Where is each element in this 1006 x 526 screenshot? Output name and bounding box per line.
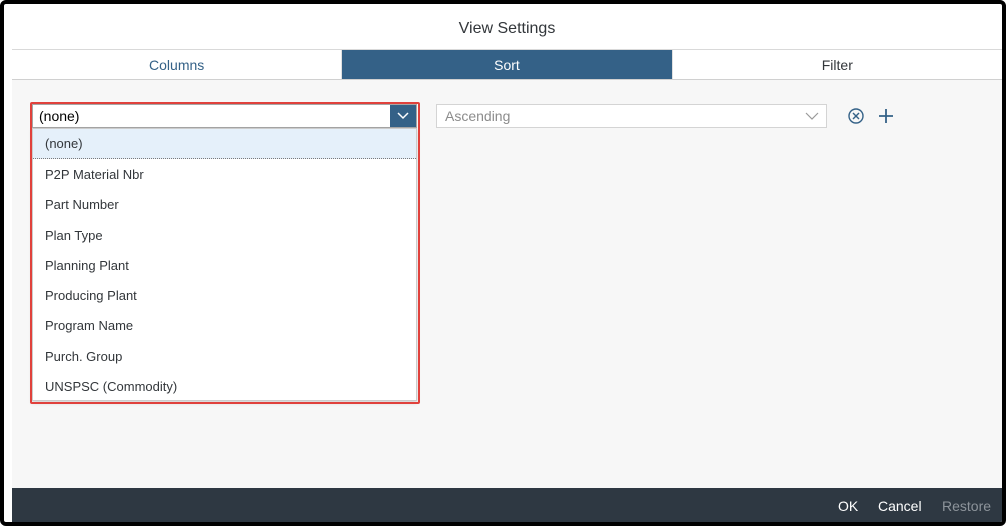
dropdown-option-p2p-material-nbr[interactable]: P2P Material Nbr	[33, 159, 416, 189]
dialog-title: View Settings	[12, 8, 1002, 50]
ok-button[interactable]: OK	[838, 498, 858, 514]
sort-order-select[interactable]: Ascending	[436, 104, 827, 128]
sort-field-value: (none)	[39, 108, 80, 124]
remove-sort-button[interactable]	[844, 104, 868, 128]
sort-field-select[interactable]: (none)	[32, 104, 417, 128]
tab-filter[interactable]: Filter	[672, 50, 1002, 79]
sort-order-placeholder: Ascending	[445, 108, 511, 124]
dropdown-option-none[interactable]: (none)	[33, 129, 416, 160]
dropdown-option-program-name[interactable]: Program Name	[33, 311, 416, 341]
dropdown-option-plan-type[interactable]: Plan Type	[33, 220, 416, 250]
dialog-footer: OK Cancel Restore	[12, 488, 1002, 522]
close-circle-icon	[848, 108, 864, 124]
chevron-down-icon[interactable]	[804, 109, 820, 123]
tab-columns[interactable]: Columns	[12, 50, 343, 79]
screenshot-frame: View Settings Columns Sort Filter (none)…	[0, 0, 1006, 526]
dropdown-option-purch-group[interactable]: Purch. Group	[33, 341, 416, 371]
dropdown-option-producing-plant[interactable]: Producing Plant	[33, 280, 416, 310]
tab-sort[interactable]: Sort	[342, 50, 673, 79]
cancel-button[interactable]: Cancel	[878, 498, 922, 514]
plus-icon	[879, 109, 893, 123]
dropdown-option-planning-plant[interactable]: Planning Plant	[33, 250, 416, 280]
dropdown-option-part-number[interactable]: Part Number	[33, 190, 416, 220]
tab-bar: Columns Sort Filter	[12, 50, 1002, 80]
sort-panel: (none) (none) P2P Material Nbr Part Numb…	[12, 80, 1002, 488]
chevron-down-icon[interactable]	[390, 105, 416, 127]
view-settings-dialog: View Settings Columns Sort Filter (none)…	[12, 8, 1002, 522]
dropdown-option-unspsc-commodity[interactable]: UNSPSC (Commodity)	[33, 371, 416, 401]
add-sort-button[interactable]	[874, 104, 898, 128]
sort-field-dropdown-list: (none) P2P Material Nbr Part Number Plan…	[32, 128, 417, 401]
restore-button[interactable]: Restore	[942, 498, 991, 514]
